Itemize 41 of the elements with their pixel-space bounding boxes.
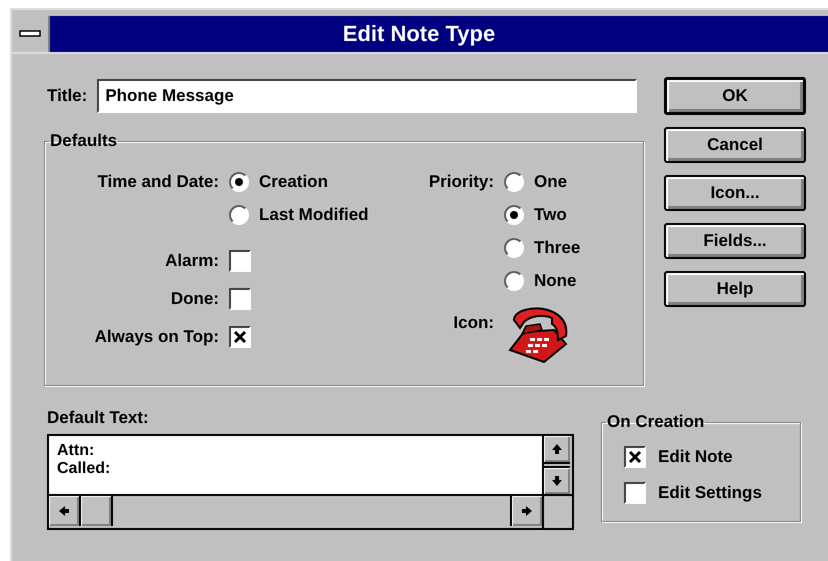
dialog-button[interactable]: Fields...	[664, 223, 806, 259]
minus-icon	[19, 30, 41, 38]
field-label: Icon:	[453, 313, 494, 333]
default-text-field[interactable]: Attn: Called:	[49, 436, 544, 496]
radio-button[interactable]: Two	[504, 204, 567, 224]
scroll-down-button[interactable]	[544, 466, 570, 494]
checkbox-label: Done:	[170, 288, 219, 308]
dialog-button[interactable]: Icon...	[664, 175, 806, 211]
scroll-left-button[interactable]	[49, 496, 81, 526]
radio-button[interactable]: None	[504, 270, 576, 290]
title-field[interactable]: Phone Message	[97, 79, 637, 113]
radio-button[interactable]: Last Modified	[229, 204, 369, 224]
arrow-icon	[58, 505, 70, 517]
checkbox-label: Always on Top:	[94, 326, 219, 346]
arrow-icon	[521, 505, 533, 517]
scroll-thumb[interactable]	[81, 496, 113, 526]
checkbox-label: Alarm:	[165, 250, 219, 270]
group-label: On Creation	[606, 412, 706, 432]
arrow-icon	[551, 443, 563, 455]
radio-button[interactable]: Creation	[229, 172, 328, 192]
arrow-icon	[551, 475, 563, 487]
dialog-button[interactable]: OK	[664, 77, 806, 115]
scroll-up-button[interactable]	[544, 436, 570, 464]
checkbox[interactable]	[229, 250, 251, 272]
dialog-button[interactable]: Help	[664, 271, 806, 307]
scroll-right-button[interactable]	[510, 496, 542, 526]
window-title: Edit Note Type	[50, 16, 828, 52]
field-label: Time and Date:	[97, 172, 219, 192]
radio-button[interactable]: One	[504, 172, 568, 192]
checkbox[interactable]: Edit Note	[624, 446, 790, 468]
checkbox[interactable]	[229, 288, 251, 310]
field-label: Priority:	[428, 172, 494, 192]
x-mark-icon	[628, 450, 642, 464]
field-label: Title:	[47, 86, 88, 106]
checkbox[interactable]: Edit Settings	[624, 482, 790, 504]
dialog-button[interactable]: Cancel	[664, 127, 806, 163]
checkbox[interactable]	[229, 326, 251, 348]
radio-button[interactable]: Three	[504, 238, 580, 258]
field-label: Default Text:	[47, 408, 150, 428]
group-label: Defaults	[49, 131, 118, 151]
x-mark-icon	[233, 330, 247, 344]
